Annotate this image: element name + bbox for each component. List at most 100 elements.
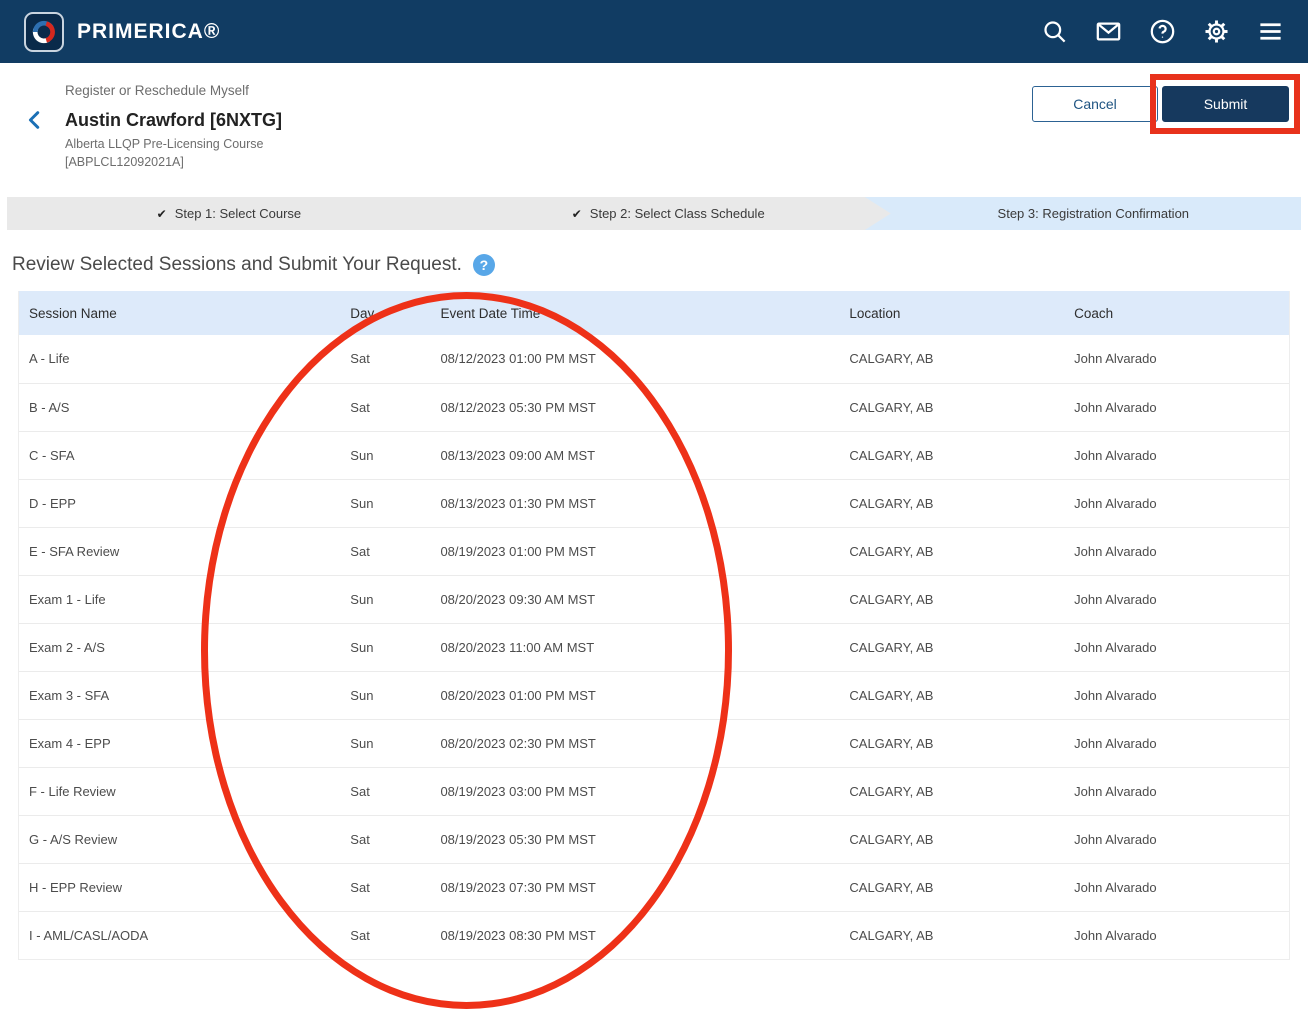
table-row: Exam 1 - Life Sun 08/20/2023 09:30 AM MS… — [19, 575, 1289, 623]
step-2-select-class-schedule[interactable]: ✔ Step 2: Select Class Schedule — [451, 197, 886, 230]
session-name-cell: Exam 4 - EPP — [19, 719, 340, 767]
event-datetime-cell: 08/19/2023 07:30 PM MST — [430, 863, 839, 911]
navbar-icons — [1041, 18, 1284, 45]
location-cell: CALGARY, AB — [839, 671, 1064, 719]
day-cell: Sun — [340, 575, 430, 623]
step-1-select-course[interactable]: ✔ Step 1: Select Course — [7, 197, 451, 230]
event-datetime-cell: 08/19/2023 01:00 PM MST — [430, 527, 839, 575]
coach-cell: John Alvarado — [1064, 431, 1289, 479]
event-datetime-cell: 08/20/2023 11:00 AM MST — [430, 623, 839, 671]
mail-icon[interactable] — [1095, 18, 1122, 45]
table-row: Exam 3 - SFA Sun 08/20/2023 01:00 PM MST… — [19, 671, 1289, 719]
session-name-cell: G - A/S Review — [19, 815, 340, 863]
help-tooltip-icon[interactable]: ? — [473, 254, 495, 276]
coach-cell: John Alvarado — [1064, 479, 1289, 527]
day-cell: Sun — [340, 623, 430, 671]
location-cell: CALGARY, AB — [839, 431, 1064, 479]
location-cell: CALGARY, AB — [839, 911, 1064, 959]
event-datetime-cell: 08/19/2023 08:30 PM MST — [430, 911, 839, 959]
session-name-cell: D - EPP — [19, 479, 340, 527]
step-3-registration-confirmation: Step 3: Registration Confirmation — [886, 197, 1301, 230]
event-datetime-cell: 08/20/2023 01:00 PM MST — [430, 671, 839, 719]
location-cell: CALGARY, AB — [839, 335, 1064, 383]
coach-cell: John Alvarado — [1064, 575, 1289, 623]
table-row: E - SFA Review Sat 08/19/2023 01:00 PM M… — [19, 527, 1289, 575]
coach-cell: John Alvarado — [1064, 815, 1289, 863]
brand: PRIMERICA® — [24, 12, 220, 52]
sessions-table: Session Name Day Event Date Time Locatio… — [18, 291, 1290, 960]
day-cell: Sat — [340, 383, 430, 431]
coach-cell: John Alvarado — [1064, 671, 1289, 719]
location-cell: CALGARY, AB — [839, 479, 1064, 527]
session-name-cell: B - A/S — [19, 383, 340, 431]
back-chevron-icon[interactable] — [24, 109, 46, 131]
session-name-cell: C - SFA — [19, 431, 340, 479]
event-datetime-cell: 08/13/2023 09:00 AM MST — [430, 431, 839, 479]
coach-cell: John Alvarado — [1064, 911, 1289, 959]
session-name-cell: Exam 3 - SFA — [19, 671, 340, 719]
table-row: I - AML/CASL/AODA Sat 08/19/2023 08:30 P… — [19, 911, 1289, 959]
brand-name: PRIMERICA® — [77, 20, 220, 44]
section-head: Review Selected Sessions and Submit Your… — [12, 254, 1308, 276]
table-row: Exam 2 - A/S Sun 08/20/2023 11:00 AM MST… — [19, 623, 1289, 671]
coach-cell: John Alvarado — [1064, 527, 1289, 575]
table-row: G - A/S Review Sat 08/19/2023 05:30 PM M… — [19, 815, 1289, 863]
session-name-cell: A - Life — [19, 335, 340, 383]
location-cell: CALGARY, AB — [839, 815, 1064, 863]
day-cell: Sat — [340, 911, 430, 959]
day-cell: Sat — [340, 527, 430, 575]
location-cell: CALGARY, AB — [839, 527, 1064, 575]
table-row: D - EPP Sun 08/13/2023 01:30 PM MST CALG… — [19, 479, 1289, 527]
event-datetime-cell: 08/12/2023 05:30 PM MST — [430, 383, 839, 431]
day-cell: Sun — [340, 479, 430, 527]
submit-button[interactable]: Submit — [1162, 86, 1289, 122]
coach-cell: John Alvarado — [1064, 863, 1289, 911]
col-coach: Coach — [1064, 291, 1289, 335]
table-row: F - Life Review Sat 08/19/2023 03:00 PM … — [19, 767, 1289, 815]
session-name-cell: I - AML/CASL/AODA — [19, 911, 340, 959]
day-cell: Sat — [340, 815, 430, 863]
event-datetime-cell: 08/12/2023 01:00 PM MST — [430, 335, 839, 383]
step-progress-bar: ✔ Step 1: Select Course ✔ Step 2: Select… — [7, 197, 1301, 230]
event-datetime-cell: 08/20/2023 02:30 PM MST — [430, 719, 839, 767]
location-cell: CALGARY, AB — [839, 383, 1064, 431]
event-datetime-cell: 08/20/2023 09:30 AM MST — [430, 575, 839, 623]
event-datetime-cell: 08/19/2023 03:00 PM MST — [430, 767, 839, 815]
session-name-cell: Exam 2 - A/S — [19, 623, 340, 671]
col-day: Day — [340, 291, 430, 335]
day-cell: Sun — [340, 671, 430, 719]
menu-icon[interactable] — [1257, 18, 1284, 45]
location-cell: CALGARY, AB — [839, 623, 1064, 671]
primerica-logo-icon — [24, 12, 64, 52]
check-icon: ✔ — [572, 207, 582, 221]
day-cell: Sun — [340, 431, 430, 479]
header-actions: Cancel Submit — [1032, 86, 1289, 122]
coach-cell: John Alvarado — [1064, 719, 1289, 767]
page-header: Register or Reschedule Myself Austin Cra… — [0, 63, 1308, 183]
cancel-button[interactable]: Cancel — [1032, 86, 1158, 122]
session-name-cell: H - EPP Review — [19, 863, 340, 911]
event-datetime-cell: 08/19/2023 05:30 PM MST — [430, 815, 839, 863]
day-cell: Sat — [340, 335, 430, 383]
coach-cell: John Alvarado — [1064, 767, 1289, 815]
day-cell: Sun — [340, 719, 430, 767]
location-cell: CALGARY, AB — [839, 863, 1064, 911]
table-row: H - EPP Review Sat 08/19/2023 07:30 PM M… — [19, 863, 1289, 911]
day-cell: Sat — [340, 863, 430, 911]
check-icon: ✔ — [157, 207, 167, 221]
step-2-label: Step 2: Select Class Schedule — [590, 206, 765, 221]
course-code: [ABPLCL12092021A] — [65, 154, 1308, 172]
table-row: Exam 4 - EPP Sun 08/20/2023 02:30 PM MST… — [19, 719, 1289, 767]
table-row: A - Life Sat 08/12/2023 01:00 PM MST CAL… — [19, 335, 1289, 383]
search-icon[interactable] — [1041, 18, 1068, 45]
col-event-date-time: Event Date Time — [430, 291, 839, 335]
table-row: C - SFA Sun 08/13/2023 09:00 AM MST CALG… — [19, 431, 1289, 479]
help-icon[interactable] — [1149, 18, 1176, 45]
settings-icon[interactable] — [1203, 18, 1230, 45]
session-table-body: A - Life Sat 08/12/2023 01:00 PM MST CAL… — [19, 335, 1289, 959]
coach-cell: John Alvarado — [1064, 623, 1289, 671]
top-navbar: PRIMERICA® — [0, 0, 1308, 63]
session-name-cell: E - SFA Review — [19, 527, 340, 575]
session-name-cell: F - Life Review — [19, 767, 340, 815]
col-session-name: Session Name — [19, 291, 340, 335]
